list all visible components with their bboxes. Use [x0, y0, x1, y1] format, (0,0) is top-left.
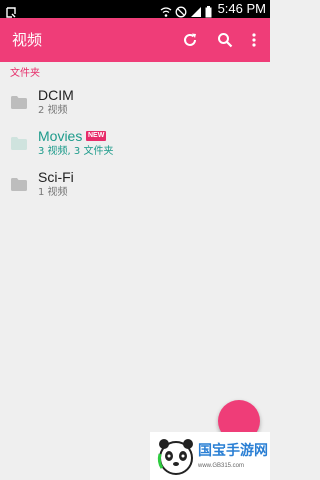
battery-icon	[205, 3, 212, 18]
overflow-menu-icon	[252, 33, 256, 47]
search-button[interactable]	[215, 30, 235, 50]
watermark: 国宝手游网 www.GB315.com	[150, 432, 270, 480]
overflow-menu-button[interactable]	[244, 30, 264, 50]
panda-logo-icon	[156, 434, 196, 478]
watermark-url: www.GB315.com	[198, 463, 245, 469]
folder-name: Movies	[38, 128, 83, 144]
search-icon	[218, 33, 233, 48]
refresh-icon	[184, 33, 196, 46]
folder-icon	[11, 94, 27, 109]
folder-item-dcim[interactable]: DCIM 2 视频	[0, 84, 270, 124]
folder-meta: 2 视频	[38, 105, 68, 116]
wifi-icon	[160, 3, 172, 17]
section-header-folders: 文件夹	[10, 68, 40, 79]
signal-icon	[190, 3, 202, 17]
refresh-button[interactable]	[180, 30, 200, 50]
folder-meta: 3 视频, 3 文件夹	[38, 146, 114, 157]
folder-name: DCIM	[38, 87, 74, 103]
status-time: 5:46 PM	[217, 1, 266, 16]
status-bar: 5:46 PM	[0, 0, 270, 18]
app-bar: 视频	[0, 18, 270, 62]
folder-name: Sci-Fi	[38, 169, 74, 185]
folder-item-sci-fi[interactable]: Sci-Fi 1 视频	[0, 166, 270, 206]
folder-icon	[11, 135, 27, 150]
do-not-disturb-icon	[175, 3, 187, 18]
screenshot-notification-icon	[6, 3, 16, 18]
folder-meta: 1 视频	[38, 187, 68, 198]
watermark-text: 国宝手游网	[198, 443, 268, 459]
page-title: 视频	[12, 31, 43, 49]
folder-icon	[11, 176, 27, 191]
folder-item-movies[interactable]: Movies NEW 3 视频, 3 文件夹	[0, 125, 270, 165]
new-badge: NEW	[86, 131, 107, 141]
